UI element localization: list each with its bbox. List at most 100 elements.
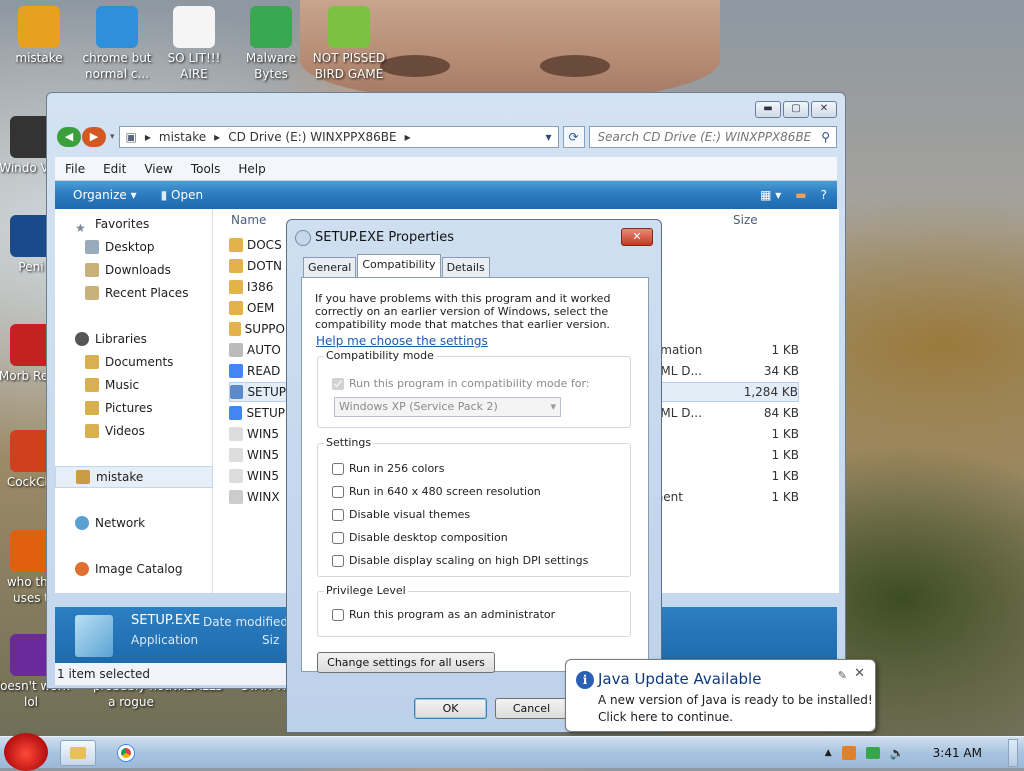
address-bar[interactable]: ▣ ▸ mistake ▸ CD Drive (E:) WINXPPX86BE …	[118, 126, 559, 148]
java-tray-icon[interactable]	[841, 746, 856, 760]
setting-dpi-scaling-checkbox[interactable]	[332, 554, 344, 567]
file-size: 1 KB	[771, 469, 799, 483]
setting-256-colors[interactable]: Run in 256 colors	[332, 462, 444, 475]
desktop-icon-item[interactable]: SO LIT!!! AIRE	[155, 6, 233, 82]
clock[interactable]: 3:41 AM	[933, 746, 982, 760]
taskbar-chrome-button[interactable]	[108, 740, 144, 766]
menu-edit[interactable]: Edit	[103, 162, 126, 176]
menu-view[interactable]: View	[144, 162, 172, 176]
setting-256-colors-checkbox[interactable]	[332, 462, 344, 475]
setting-640x480[interactable]: Run in 640 x 480 screen resolution	[332, 485, 541, 498]
nav-downloads[interactable]: Downloads	[55, 259, 213, 281]
file-type-icon	[229, 322, 241, 336]
run-as-admin[interactable]: Run this program as an administrator	[332, 608, 555, 621]
nav-mistake[interactable]: mistake	[55, 466, 213, 488]
close-button[interactable]: ✕	[811, 101, 837, 118]
desktop-icon-item[interactable]: Malware Bytes	[232, 6, 310, 82]
desktop-icon-item[interactable]: NOT PISSED BIRD GAME	[310, 6, 388, 82]
pin-icon[interactable]: ✎	[838, 669, 847, 682]
compat-mode-checkbox[interactable]	[332, 377, 344, 390]
start-button[interactable]	[4, 733, 48, 771]
breadcrumb-cd-drive[interactable]: CD Drive (E:) WINXPPX86BE	[228, 130, 396, 144]
open-button[interactable]: ▮ Open	[161, 188, 204, 202]
search-input[interactable]	[595, 129, 822, 145]
setting-640x480-checkbox[interactable]	[332, 485, 344, 498]
menu-file[interactable]: File	[65, 162, 85, 176]
file-name-cell: WIN5	[229, 466, 285, 486]
change-settings-all-users-button[interactable]: Change settings for all users	[317, 652, 495, 673]
desktop-icon-item[interactable]: mistake	[0, 6, 78, 66]
address-dropdown-icon[interactable]: ▾	[546, 130, 552, 144]
desktop-item-icon	[173, 6, 215, 48]
file-size: 1 KB	[771, 490, 799, 504]
nav-libraries[interactable]: Libraries	[55, 328, 213, 350]
column-name[interactable]: Name	[231, 213, 266, 227]
nav-recent-places[interactable]: Recent Places	[55, 282, 213, 304]
setting-640x480-label: Run in 640 x 480 screen resolution	[349, 485, 541, 498]
setting-visual-themes-checkbox[interactable]	[332, 508, 344, 521]
command-bar: Organize ▾ ▮ Open ▦ ▾ ▬ ?	[55, 181, 837, 209]
star-icon: ★	[75, 221, 86, 235]
java-update-notification[interactable]: i Java Update Available ✎ ✕ A new versio…	[565, 659, 876, 732]
minimize-button[interactable]: ▬	[755, 101, 781, 118]
volume-icon[interactable]: 🔈	[890, 746, 905, 760]
taskbar-explorer-button[interactable]	[60, 740, 96, 766]
nav-desktop[interactable]: Desktop	[55, 236, 213, 258]
show-desktop-button[interactable]	[1008, 739, 1018, 767]
breadcrumb-mistake[interactable]: mistake	[159, 130, 206, 144]
organize-button[interactable]: Organize ▾	[73, 188, 137, 202]
search-box[interactable]: ⚲	[588, 126, 837, 148]
menu-help[interactable]: Help	[238, 162, 265, 176]
notification-close-icon[interactable]: ✕	[854, 666, 865, 681]
dialog-close-button[interactable]: ✕	[621, 228, 653, 246]
nav-music-label: Music	[105, 378, 140, 392]
search-icon[interactable]: ⚲	[821, 130, 830, 144]
tab-general[interactable]: General	[303, 257, 357, 277]
tab-details[interactable]: Details	[441, 257, 490, 277]
run-as-admin-label: Run this program as an administrator	[349, 608, 556, 621]
column-size[interactable]: Size	[733, 213, 758, 227]
recent-pages-chevron-icon[interactable]: ▾	[110, 132, 115, 142]
command-bar-right: ▦ ▾ ▬ ?	[760, 188, 837, 202]
menu-tools[interactable]: Tools	[191, 162, 221, 176]
nav-image-catalog[interactable]: Image Catalog	[55, 558, 213, 580]
network-tray-icon[interactable]	[865, 747, 880, 759]
refresh-button[interactable]: ⟳	[562, 126, 585, 148]
ok-button[interactable]: OK	[414, 698, 487, 719]
views-icon[interactable]: ▦ ▾	[760, 188, 781, 202]
open-icon: ▮	[160, 188, 168, 202]
setting-desktop-composition[interactable]: Disable desktop composition	[332, 531, 508, 544]
compat-mode-select[interactable]: Windows XP (Service Pack 2) ▾	[334, 397, 561, 417]
nav-documents[interactable]: Documents	[55, 351, 213, 373]
help-icon[interactable]: ?	[821, 188, 827, 202]
nav-pictures[interactable]: Pictures	[55, 397, 213, 419]
settings-title: Settings	[324, 436, 374, 449]
nav-music[interactable]: Music	[55, 374, 213, 396]
compat-mode-checkbox-row[interactable]: Run this program in compatibility mode f…	[332, 377, 590, 390]
nav-network[interactable]: Network	[55, 512, 213, 534]
setting-desktop-composition-checkbox[interactable]	[332, 531, 344, 544]
window-controls: ▬ ▢ ✕	[755, 101, 837, 118]
notification-title: Java Update Available	[598, 670, 762, 688]
preview-pane-icon[interactable]: ▬	[795, 188, 806, 202]
file-name: DOCS	[247, 238, 282, 252]
help-me-choose-link[interactable]: Help me choose the settings	[316, 334, 488, 348]
maximize-button[interactable]: ▢	[783, 101, 809, 118]
back-button[interactable]: ◀	[57, 127, 81, 147]
show-hidden-icons-icon[interactable]: ▲	[825, 748, 832, 758]
setting-visual-themes[interactable]: Disable visual themes	[332, 508, 470, 521]
nav-image-catalog-label: Image Catalog	[95, 562, 183, 576]
file-type-icon	[229, 259, 243, 273]
tab-compatibility[interactable]: Compatibility	[357, 254, 441, 277]
run-as-admin-checkbox[interactable]	[332, 608, 344, 621]
nav-videos[interactable]: Videos	[55, 420, 213, 442]
file-name-cell: WIN5	[229, 445, 285, 465]
file-name-cell: WIN5	[229, 424, 285, 444]
file-name: WIN5	[247, 448, 280, 462]
details-file-name: SETUP.EXE	[131, 613, 201, 628]
cancel-button[interactable]: Cancel	[495, 698, 568, 719]
nav-favorites[interactable]: ★ Favorites	[55, 213, 213, 235]
desktop-icon-item[interactable]: chrome but normal c...	[78, 6, 156, 82]
setting-dpi-scaling[interactable]: Disable display scaling on high DPI sett…	[332, 554, 588, 567]
forward-button[interactable]: ▶	[82, 127, 106, 147]
